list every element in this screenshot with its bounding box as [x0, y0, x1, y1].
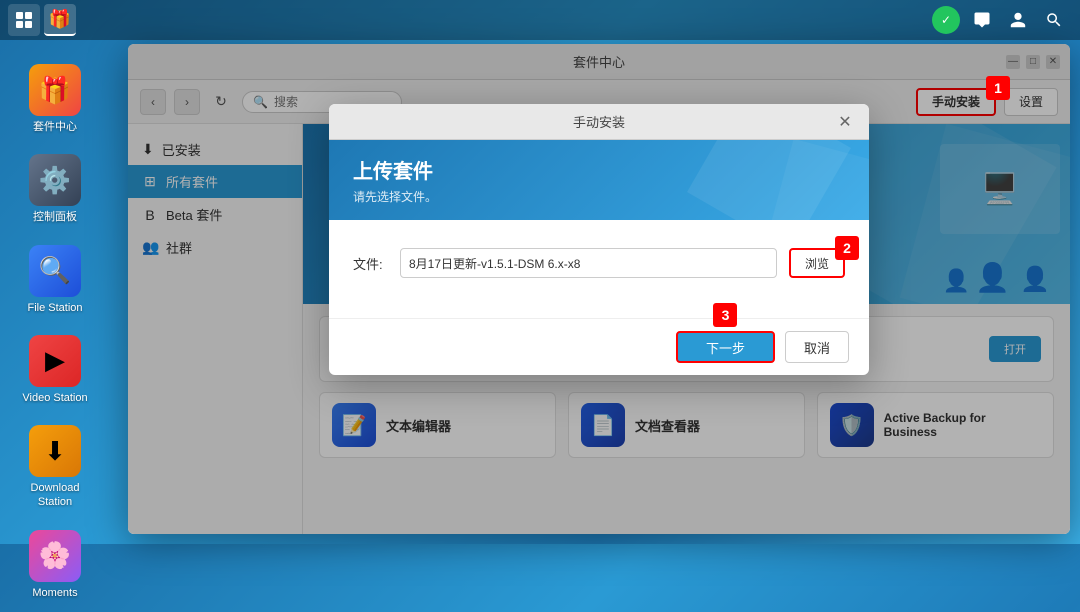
dialog-body: 文件: 浏览 2 [329, 220, 869, 318]
user-icon[interactable] [1004, 6, 1032, 34]
control-panel-icon: ⚙️ [29, 154, 81, 206]
taskbar-package-center[interactable]: 🎁 [44, 4, 76, 36]
dialog-banner-subtitle: 请先选择文件。 [353, 188, 437, 205]
package-center-label: 套件中心 [33, 120, 77, 134]
search-icon[interactable] [1040, 6, 1068, 34]
desktop-icon-control-panel[interactable]: ⚙️ 控制面板 [10, 146, 100, 232]
file-station-label: File Station [27, 301, 82, 315]
package-center-icon: 🎁 [29, 64, 81, 116]
video-station-label: Video Station [22, 391, 87, 405]
step-badge-3: 3 [713, 303, 737, 327]
dialog-banner-text: 上传套件 请先选择文件。 [353, 155, 437, 205]
cancel-button[interactable]: 取消 [785, 331, 849, 363]
desktop-icons-area: 🎁 套件中心 ⚙️ 控制面板 🔍 File Station ▶ Video St… [0, 48, 110, 612]
desktop-icon-package-center[interactable]: 🎁 套件中心 [10, 56, 100, 142]
desktop-icon-file-station[interactable]: 🔍 File Station [10, 237, 100, 323]
desktop-icon-download-station[interactable]: ⬇ Download Station [10, 417, 100, 518]
dialog-overlay: 手动安装 ✕ 上传套件 请先选择文件。 文件: 浏览 [128, 44, 1070, 534]
desktop-icon-moments[interactable]: 🌸 Moments [10, 522, 100, 608]
desktop-icon-video-station[interactable]: ▶ Video Station [10, 327, 100, 413]
taskbar-grid-button[interactable] [8, 4, 40, 36]
file-row: 文件: 浏览 2 [353, 248, 845, 278]
dialog-close-button[interactable]: ✕ [835, 112, 855, 132]
moments-icon: 🌸 [29, 530, 81, 582]
manual-install-dialog: 手动安装 ✕ 上传套件 请先选择文件。 文件: 浏览 [329, 104, 869, 375]
download-station-icon: ⬇ [29, 425, 81, 477]
taskbar-left: 🎁 [0, 4, 76, 36]
video-station-icon: ▶ [29, 335, 81, 387]
next-button[interactable]: 下一步 [676, 331, 775, 363]
dialog-header: 手动安装 ✕ [329, 104, 869, 140]
file-station-icon: 🔍 [29, 245, 81, 297]
control-panel-label: 控制面板 [33, 210, 77, 224]
dialog-banner: 上传套件 请先选择文件。 [329, 140, 869, 220]
package-center-window: 套件中心 — □ ✕ ‹ › ↻ 🔍 手动安装 1 设置 ⬇ [128, 44, 1070, 534]
moments-label: Moments [32, 586, 77, 600]
file-input[interactable] [400, 248, 777, 278]
dialog-footer: 3 下一步 取消 [329, 318, 869, 375]
message-icon[interactable] [968, 6, 996, 34]
step-badge-1: 1 [986, 76, 1010, 100]
taskbar: 🎁 ✓ [0, 0, 1080, 40]
synology-status-icon[interactable]: ✓ [932, 6, 960, 34]
download-station-label: Download Station [14, 481, 96, 510]
dialog-banner-title: 上传套件 [353, 155, 437, 184]
taskbar-right: ✓ [932, 6, 1080, 34]
dialog-title: 手动安装 [573, 112, 625, 131]
file-label: 文件: [353, 254, 388, 273]
step-badge-2: 2 [835, 236, 859, 260]
